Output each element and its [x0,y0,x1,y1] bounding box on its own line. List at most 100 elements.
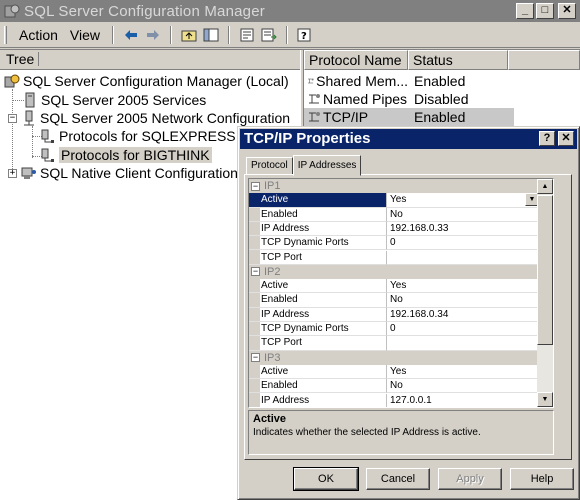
toolbar-separator [170,25,173,44]
property-key: Active [249,364,387,380]
dialog-button-row: OK Cancel Apply Help [293,467,574,491]
list-item-named-pipes[interactable]: Named Pipes Disabled [304,90,508,108]
tree-item-root[interactable]: SQL Server Configuration Manager (Local) [4,72,289,90]
show-hide-tree-icon[interactable] [202,26,220,44]
property-value[interactable]: 192.168.0.33 [387,222,539,237]
tree-connector [12,89,13,175]
property-value[interactable]: Yes [387,279,539,294]
category-ip1[interactable]: − IP1 [249,179,539,194]
minimize-button[interactable]: _ [516,3,534,19]
ok-button[interactable]: OK [293,467,359,491]
protocol-status: Disabled [414,91,469,107]
collapse-toggle-icon[interactable]: − [8,113,17,123]
property-row[interactable]: TCP Port [249,250,539,265]
property-row[interactable]: Active Yes [249,279,539,294]
toolbar-grip [4,25,7,44]
scroll-thumb[interactable] [537,195,553,345]
category-label: IP2 [264,265,281,278]
property-row[interactable]: IP Address 192.168.0.33 [249,221,539,237]
toolbar-separator [286,25,289,44]
properties-icon[interactable] [238,26,256,44]
tab-protocol[interactable]: Protocol [246,157,293,175]
property-value[interactable]: 127.0.0.1 [387,394,539,407]
column-protocol-name[interactable]: Protocol Name [304,50,408,70]
property-value[interactable]: 0 [387,236,539,251]
property-row[interactable]: Active Yes [249,364,539,380]
collapse-toggle-icon[interactable]: − [251,267,260,277]
svg-text:?: ? [301,31,307,42]
tab-ip-addresses[interactable]: IP Addresses [292,155,362,176]
cancel-button[interactable]: Cancel [366,468,430,490]
description-text: Indicates whether the selected IP Addres… [253,427,481,438]
server-icon [25,92,35,108]
toolbar-separator [112,25,115,44]
list-header: Protocol Name Status [304,50,580,70]
expand-toggle-icon[interactable]: + [8,168,17,178]
protocol-icon [41,129,54,143]
dialog-help-button[interactable]: ? [539,131,555,146]
property-key: IP Address [249,393,387,407]
property-row[interactable]: TCP Port [249,336,539,351]
tree-item-native-client[interactable]: + SQL Native Client Configuration [8,164,238,182]
export-list-icon[interactable] [260,26,278,44]
property-value[interactable]: No [387,208,539,222]
menu-toolbar: Action View ? [0,22,580,48]
property-value[interactable]: 0 [387,322,539,337]
tree-item-services[interactable]: SQL Server 2005 Services [22,91,206,109]
list-item-shared-memory[interactable]: Shared Mem... Enabled [304,72,508,90]
network-config-icon [24,110,34,126]
sql-config-app-icon [4,4,20,18]
tree-pane-header: Tree [0,50,300,70]
property-value[interactable]: Yes [387,365,539,380]
description-title: Active [253,413,287,425]
collapse-toggle-icon[interactable]: − [251,353,260,363]
property-value[interactable]: Yes [390,194,406,205]
property-value[interactable] [387,251,539,265]
apply-button: Apply [438,468,502,490]
back-arrow-icon[interactable] [122,26,140,44]
tree-item-label: SQL Server Configuration Manager (Local) [23,73,289,89]
scroll-down-arrow-icon[interactable]: ▼ [537,392,553,407]
property-row[interactable]: TCP Dynamic Ports 0 [249,236,539,251]
property-row[interactable]: Enabled No [249,379,539,394]
dialog-titlebar: TCP/IP Properties ? ✕ [240,129,577,149]
list-item-tcp-ip[interactable]: TCP/IP Enabled [304,108,514,126]
property-value[interactable] [387,336,539,351]
tree-item-label: Protocols for SQLEXPRESS [59,128,236,144]
property-row[interactable]: IP Address 127.0.0.1 [249,393,539,407]
menu-view[interactable]: View [64,27,106,43]
property-value[interactable]: No [387,379,539,394]
property-row[interactable]: Enabled No [249,293,539,308]
column-status[interactable]: Status [408,50,508,70]
property-key: Active [249,279,387,294]
tree-item-protocols-bigthink[interactable]: Protocols for BIGTHINK [40,146,212,164]
forward-arrow-icon[interactable] [144,26,162,44]
property-key: TCP Dynamic Ports [249,322,387,337]
category-ip2[interactable]: − IP2 [249,264,539,280]
property-row[interactable]: TCP Dynamic Ports 0 [249,322,539,337]
menu-action[interactable]: Action [13,27,64,43]
help-button[interactable]: Help [510,468,574,490]
scroll-up-arrow-icon[interactable]: ▲ [537,179,553,194]
property-row[interactable]: Enabled No [249,207,539,222]
property-value[interactable]: 192.168.0.34 [387,308,539,322]
property-grid: − IP1 Active Yes ▼ Enabled No IP Address 1… [248,178,554,408]
category-label: IP3 [264,351,281,364]
category-ip3[interactable]: − IP3 [249,350,539,365]
protocol-status: Enabled [414,109,466,125]
property-row[interactable]: Active Yes ▼ [249,193,539,208]
grid-vertical-scrollbar[interactable]: ▲ ▼ [537,179,553,407]
tree-item-label: SQL Native Client Configuration [40,165,238,181]
tree-item-network-config[interactable]: − SQL Server 2005 Network Configuration [8,109,290,127]
protocol-item-icon [309,94,320,104]
maximize-button[interactable]: □ [536,3,554,19]
close-button[interactable]: ✕ [558,3,576,19]
property-value[interactable]: No [387,293,539,308]
tree-item-protocols-sqlexpress[interactable]: Protocols for SQLEXPRESS [40,127,236,145]
property-row[interactable]: IP Address 192.168.0.34 [249,307,539,322]
property-key: IP Address [249,221,387,237]
collapse-toggle-icon[interactable]: − [251,181,260,191]
help-icon[interactable]: ? [296,26,314,44]
dialog-close-button[interactable]: ✕ [558,131,574,146]
up-folder-icon[interactable] [180,26,198,44]
